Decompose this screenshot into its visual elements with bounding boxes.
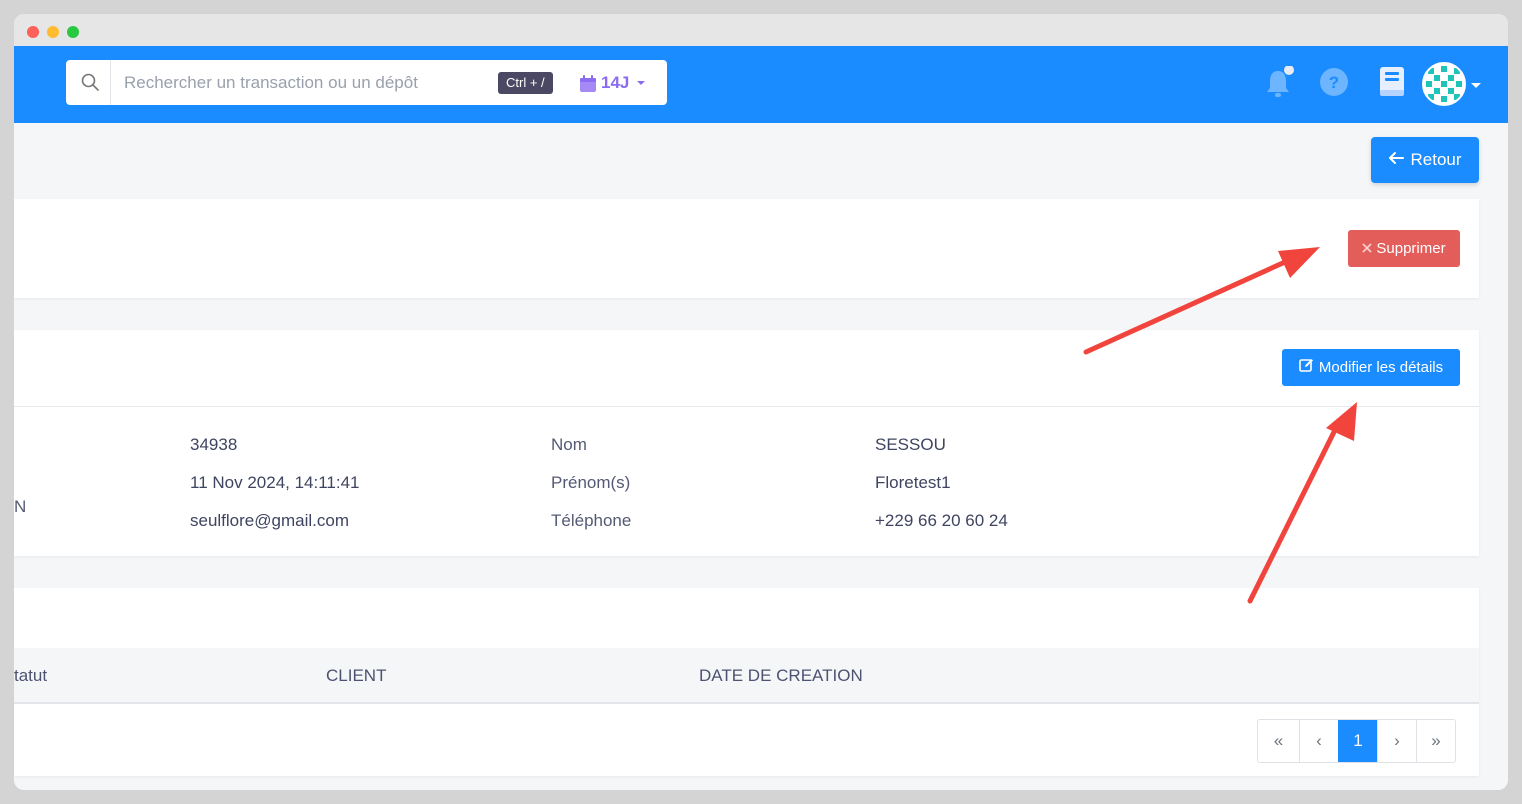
column-header-date[interactable]: DATE DE CREATION	[699, 666, 863, 686]
pagination-prev[interactable]: ‹	[1299, 720, 1338, 762]
edit-details-label: Modifier les détails	[1318, 359, 1444, 376]
detail-value-id: 34938	[190, 435, 238, 454]
detail-label-fragment: N	[14, 497, 27, 516]
back-button[interactable]: Retour	[1371, 137, 1479, 183]
calendar-icon	[580, 74, 596, 92]
detail-value-nom: SESSOU	[875, 435, 946, 454]
notification-bell-icon[interactable]	[1264, 65, 1296, 105]
detail-label-telephone: Téléphone	[551, 511, 632, 530]
arrow-left-icon	[1388, 150, 1405, 170]
edit-icon	[1299, 358, 1314, 377]
search-divider	[110, 60, 111, 105]
card-divider	[14, 406, 1479, 407]
detail-value-email: seulflore@gmail.com	[190, 511, 349, 530]
detail-value-date: 11 Nov 2024, 14:11:41	[190, 473, 360, 492]
user-avatar[interactable]	[1422, 62, 1466, 106]
period-dropdown[interactable]: 14J	[580, 70, 648, 96]
minimize-window-button[interactable]	[47, 26, 59, 38]
period-label: 14J	[601, 73, 630, 92]
search-input[interactable]	[124, 72, 484, 94]
help-icon[interactable]: ?	[1319, 67, 1349, 102]
detail-label-prenom: Prénom(s)	[551, 473, 631, 492]
detail-label-nom: Nom	[551, 435, 587, 454]
pagination-next[interactable]: ›	[1377, 720, 1416, 762]
svg-text:?: ?	[1329, 73, 1339, 92]
chevron-down-icon	[634, 78, 648, 88]
search-shortcut-badge: Ctrl + /	[498, 72, 553, 94]
detail-value-prenom: Floretest1	[875, 473, 951, 492]
table-header: tatut CLIENT DATE DE CREATION	[14, 648, 1479, 704]
detail-value-telephone: +229 66 20 60 24	[875, 511, 1008, 530]
header-card: Supprimer	[14, 199, 1479, 298]
delete-button-label: Supprimer	[1376, 240, 1446, 257]
close-icon	[1362, 240, 1372, 257]
browser-window: Ctrl + / 14J ?	[14, 14, 1508, 790]
pagination-page-1[interactable]: 1	[1338, 720, 1377, 762]
column-header-statut[interactable]: tatut	[14, 666, 47, 686]
documentation-book-icon[interactable]	[1378, 66, 1406, 103]
search-bar: Ctrl + / 14J	[66, 60, 667, 105]
maximize-window-button[interactable]	[67, 26, 79, 38]
details-card: Modifier les détails N 34938 11 Nov 2024…	[14, 330, 1479, 556]
back-button-label: Retour	[1410, 150, 1462, 169]
pagination-last[interactable]: »	[1416, 720, 1455, 762]
search-icon	[80, 72, 100, 92]
pagination: « ‹ 1 › »	[1257, 719, 1456, 763]
transactions-table-card: tatut CLIENT DATE DE CREATION « ‹ 1 › »	[14, 588, 1479, 776]
edit-details-button[interactable]: Modifier les détails	[1282, 349, 1460, 386]
column-header-client[interactable]: CLIENT	[326, 666, 386, 686]
window-titlebar	[14, 14, 1508, 46]
top-navbar: Ctrl + / 14J ?	[14, 46, 1508, 123]
pagination-first[interactable]: «	[1258, 720, 1299, 762]
avatar-caret-icon[interactable]	[1471, 83, 1481, 88]
delete-button[interactable]: Supprimer	[1348, 230, 1460, 267]
close-window-button[interactable]	[27, 26, 39, 38]
